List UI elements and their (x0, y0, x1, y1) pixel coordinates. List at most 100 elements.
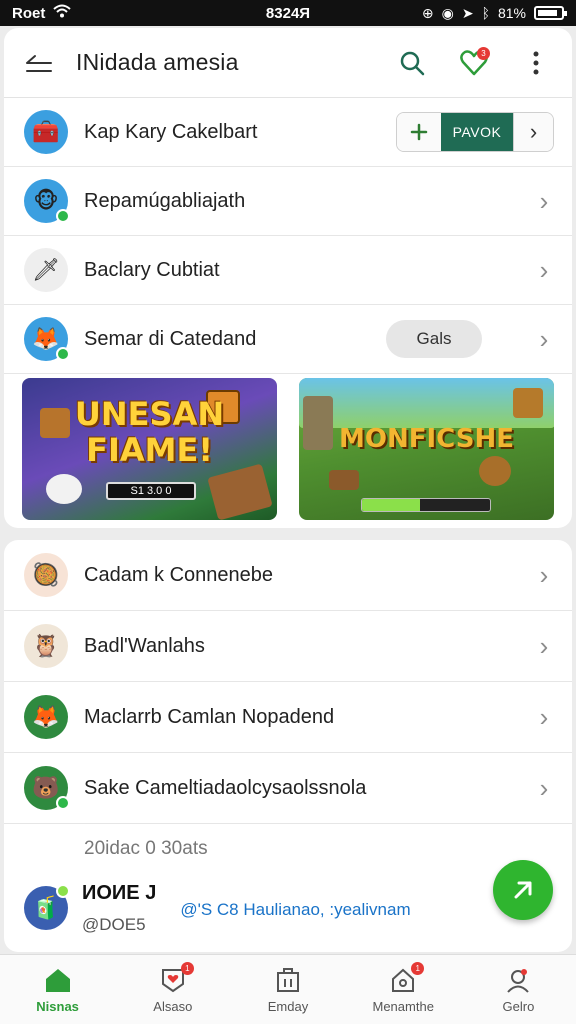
list-item[interactable]: 🦉 Badl'Wanlahs › (4, 611, 572, 682)
list-item[interactable]: 🗡 Baclary Cubtiat › (4, 236, 572, 305)
list-item[interactable]: 🧃 ИOИE J @DOE5 @'S C8 Haulianao, :yealiv… (4, 868, 572, 949)
list-item-label: Badl'Wanlahs (84, 634, 205, 657)
action-segment: PAVOK › (396, 112, 554, 152)
list-item[interactable]: 🐻 Sake Cameltiadaolcysaolssnola › (4, 753, 572, 824)
location-icon: ◉ (441, 4, 454, 21)
chevron-right-icon: › (539, 255, 549, 285)
alarm-icon: ⊕ (421, 4, 434, 21)
avatar: 🧃 (24, 884, 70, 930)
back-arrow-icon[interactable] (22, 46, 56, 80)
chevron-right-icon: › (539, 324, 549, 354)
primary-action-button[interactable]: PAVOK (441, 113, 513, 151)
list-item-label: Kap Kary Cakelbart (84, 120, 258, 143)
nav-label: Alsaso (153, 999, 193, 1014)
avatar: 🐻 (24, 766, 70, 810)
chevron-right-icon: › (539, 702, 549, 732)
secondary-card: 🥘 Cadam k Connenebe › 🦉 Badl'Wanlahs › 🦊… (4, 540, 572, 952)
search-button[interactable] (394, 45, 430, 81)
nav-item-notifications[interactable]: 1 Menamthe (346, 955, 461, 1024)
arrow-icon (514, 881, 532, 899)
nav-badge: 1 (411, 962, 425, 975)
avatar: 🥘 (24, 553, 68, 597)
chevron-right-icon: › (539, 186, 549, 216)
nav-label: Nisnas (36, 999, 79, 1014)
more-options-button[interactable] (518, 45, 554, 81)
chevron-right-icon: › (539, 560, 549, 590)
item-link[interactable]: @'S C8 Haulianao, :yealivnam (180, 900, 410, 920)
list-item[interactable]: 🧰 Kap Kary Cakelbart PAVOK › (4, 98, 572, 167)
fox-icon: 🦊 (32, 326, 60, 351)
nav-item-home[interactable]: Nisnas (0, 955, 115, 1024)
avatar: 🦉 (24, 624, 68, 668)
list-item-label: Sake Cameltiadaolcysaolssnola (84, 776, 367, 799)
bottom-nav: Nisnas 1 Alsaso Emday 1 Menamthe Gelro (0, 954, 576, 1024)
sword-icon: 🗡 (32, 257, 60, 282)
progress-fill (362, 499, 420, 511)
pot-icon: 🥘 (32, 562, 60, 587)
app-bar: INidada amesia 3 (4, 28, 572, 98)
section-caption: 20idac 0 30ats (84, 838, 208, 859)
list-item[interactable]: 🐵 Repamúgabliajath › (4, 167, 572, 236)
list-item-label: Cadam k Connenebe (84, 563, 274, 586)
avatar: 🐵 (24, 179, 70, 223)
nav-badge: 1 (180, 962, 194, 975)
favorites-button[interactable]: 3 (456, 45, 492, 81)
online-indicator (56, 884, 70, 898)
nav-item-messages[interactable]: 1 Alsaso (115, 955, 230, 1024)
list-item-label: Maclarrb Camlan Nopadend (84, 705, 335, 728)
game-banner[interactable]: MONFICSHE (299, 378, 554, 520)
banner-title: MONFICSHE (339, 424, 514, 454)
status-bar: Roet 8324Я ⊕ ◉ ➤ ᛒ 81% (0, 0, 576, 26)
add-icon (410, 123, 428, 141)
online-indicator (56, 796, 70, 810)
page-title: INidada amesia (76, 49, 239, 75)
nav-label: Gelro (502, 999, 535, 1014)
item-name: ИOИE J (82, 882, 157, 904)
battery-icon (534, 6, 567, 20)
main-card: INidada amesia 3 🧰 Kap Kary Cakelbart PA… (4, 28, 572, 528)
floating-action-button[interactable] (493, 860, 553, 920)
avatar: 🧰 (24, 110, 68, 154)
list-item[interactable]: 🦊 Maclarrb Camlan Nopadend › (4, 682, 572, 753)
banner-stat: S1 3.0 0 (106, 482, 196, 500)
list-item-label: Baclary Cubtiat (84, 258, 220, 281)
more-vert-icon (533, 51, 539, 74)
house-gear-icon: 1 (388, 962, 425, 995)
drink-icon: 🧃 (32, 895, 60, 920)
favorites-badge: 3 (477, 46, 490, 60)
list-item[interactable]: 🥘 Cadam k Connenebe › (4, 540, 572, 611)
online-indicator (56, 209, 70, 223)
owl-icon: 🦉 (32, 633, 60, 658)
list-item-label: Semar di Catedand (84, 327, 257, 350)
list-item[interactable]: 🦊 Semar di Catedand Gals › (4, 305, 572, 374)
list-item-label: Repamúgabliajath (84, 189, 246, 212)
avatar: 🗡 (24, 248, 68, 292)
profile-icon (503, 965, 533, 995)
shield-heart-icon: 1 (158, 962, 194, 995)
banner-title: UNESAN FIAME! (74, 395, 225, 469)
banner-carousel: UNESAN FIAME! S1 3.0 0 MONFICSHE (4, 374, 572, 520)
item-handle: @DOE5 (82, 915, 146, 934)
chevron-right-icon[interactable]: › (513, 113, 553, 151)
nav-label: Emday (267, 999, 309, 1014)
nav-item-store[interactable]: Emday (230, 955, 345, 1024)
battery-percent: 81% (497, 5, 526, 21)
tag-pill[interactable]: Gals (386, 320, 482, 358)
navigation-icon: ➤ (461, 4, 474, 21)
avatar: 🦊 (24, 317, 70, 361)
fox-icon: 🦊 (32, 704, 60, 729)
nav-item-profile[interactable]: Gelro (461, 955, 576, 1024)
home-icon (43, 965, 73, 995)
chevron-right-icon: › (539, 773, 549, 803)
bear-icon: 🐻 (32, 775, 60, 800)
game-banner[interactable]: UNESAN FIAME! S1 3.0 0 (22, 378, 277, 520)
add-button[interactable] (397, 113, 441, 151)
avatar: 🦊 (24, 695, 68, 739)
search-icon (400, 51, 425, 75)
wifi-icon (53, 4, 72, 22)
nav-label: Menamthe (372, 999, 434, 1014)
toolbox-icon: 🧰 (32, 119, 60, 144)
bluetooth-icon: ᛒ (481, 5, 490, 21)
chevron-right-icon: › (539, 631, 549, 661)
online-indicator (56, 347, 70, 361)
